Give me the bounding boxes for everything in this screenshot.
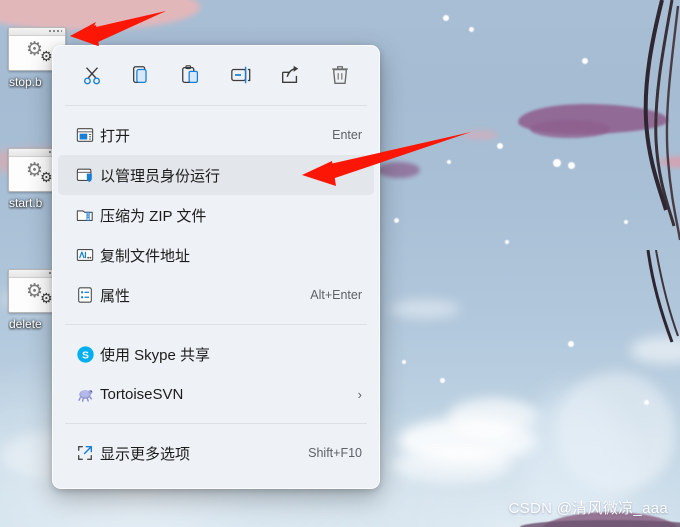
snow-particle xyxy=(568,162,575,169)
open-window-icon xyxy=(70,126,100,144)
show-more-options-icon xyxy=(70,444,100,462)
menu-item-show-more-options[interactable]: 显示更多选项 Shift+F10 xyxy=(58,433,374,473)
paste-icon xyxy=(182,65,199,83)
wallpaper-white-cloud-3 xyxy=(392,448,512,482)
delete-icon xyxy=(332,66,348,84)
copy-button[interactable] xyxy=(123,59,159,91)
thumb-titlebar xyxy=(9,28,65,36)
wallpaper-pink-streak2 xyxy=(462,130,498,140)
snow-particle xyxy=(394,218,399,223)
snow-particle xyxy=(497,143,503,149)
context-menu-toolbar xyxy=(53,46,379,104)
snow-particle xyxy=(443,15,449,21)
menu-item-shortcut: Enter xyxy=(332,128,362,142)
shield-admin-icon xyxy=(70,166,100,184)
menu-item-compress-to-zip[interactable]: 压缩为 ZIP 文件 xyxy=(58,195,374,235)
menu-item-copy-file-path[interactable]: 复制文件地址 xyxy=(58,235,374,275)
snow-particle xyxy=(402,360,406,364)
snow-particle xyxy=(505,240,509,244)
zip-folder-icon xyxy=(70,206,100,224)
menu-separator xyxy=(65,105,367,106)
rename-button[interactable] xyxy=(223,59,259,91)
svg-text:S: S xyxy=(82,350,89,361)
copy-icon xyxy=(133,66,148,83)
menu-item-label: 显示更多选项 xyxy=(100,445,191,463)
gear-icon: ⚙ xyxy=(40,290,53,306)
properties-icon xyxy=(70,286,100,304)
menu-separator xyxy=(65,324,367,325)
wallpaper-white-cloud-6 xyxy=(390,300,460,318)
watermark: CSDN @清风微凉_aaa xyxy=(508,500,668,517)
menu-item-shortcut: Shift+F10 xyxy=(308,446,362,460)
share-icon xyxy=(282,65,299,84)
snow-particle xyxy=(469,27,474,32)
skype-icon: S xyxy=(70,345,100,364)
snow-particle xyxy=(568,341,574,347)
wallpaper-purple-cloud-right2 xyxy=(530,120,610,138)
menu-item-label: 使用 Skype 共享 xyxy=(100,346,211,364)
paste-button[interactable] xyxy=(173,59,209,91)
menu-item-share-with-skype[interactable]: S 使用 Skype 共享 xyxy=(58,334,374,374)
menu-item-label: TortoiseSVN xyxy=(100,385,184,403)
snow-particle xyxy=(440,378,445,383)
menu-separator xyxy=(65,423,367,424)
menu-item-tortoisesvn[interactable]: TortoiseSVN › xyxy=(58,374,374,414)
cut-icon xyxy=(83,67,100,85)
chevron-right-icon: › xyxy=(357,386,362,402)
wallpaper-purple-cloud-small xyxy=(378,162,420,178)
copy-path-icon xyxy=(70,246,100,264)
rename-icon xyxy=(230,66,251,84)
menu-item-open[interactable]: 打开 Enter xyxy=(58,115,374,155)
gear-icon: ⚙ xyxy=(40,169,53,185)
delete-button[interactable] xyxy=(322,59,358,91)
menu-item-label: 压缩为 ZIP 文件 xyxy=(100,207,207,225)
gear-icon: ⚙ xyxy=(40,48,53,64)
menu-item-run-as-administrator[interactable]: 以管理员身份运行 xyxy=(58,155,374,195)
snow-particle xyxy=(553,159,561,167)
menu-item-label: 打开 xyxy=(100,127,131,145)
wallpaper-hair-lower xyxy=(646,250,679,343)
tortoise-svn-icon xyxy=(70,385,100,404)
desktop-root: ⚙ ⚙ stop.b ⚙ ⚙ start.b ⚙ ⚙ delete 打开 Ent… xyxy=(0,0,680,527)
snow-particle xyxy=(644,400,649,405)
menu-item-label: 属性 xyxy=(100,287,131,305)
menu-item-label: 复制文件地址 xyxy=(100,247,191,265)
menu-item-properties[interactable]: 属性 Alt+Enter xyxy=(58,275,374,315)
menu-item-label: 以管理员身份运行 xyxy=(100,167,221,185)
cut-button[interactable] xyxy=(74,59,110,91)
menu-item-shortcut: Alt+Enter xyxy=(310,288,362,302)
snow-particle xyxy=(447,160,451,164)
context-menu: 打开 Enter 以管理员身份运行 压缩为 ZIP 文件 复制文件地址 属性 A… xyxy=(52,45,380,489)
snow-particle xyxy=(582,58,588,64)
share-button[interactable] xyxy=(272,59,308,91)
